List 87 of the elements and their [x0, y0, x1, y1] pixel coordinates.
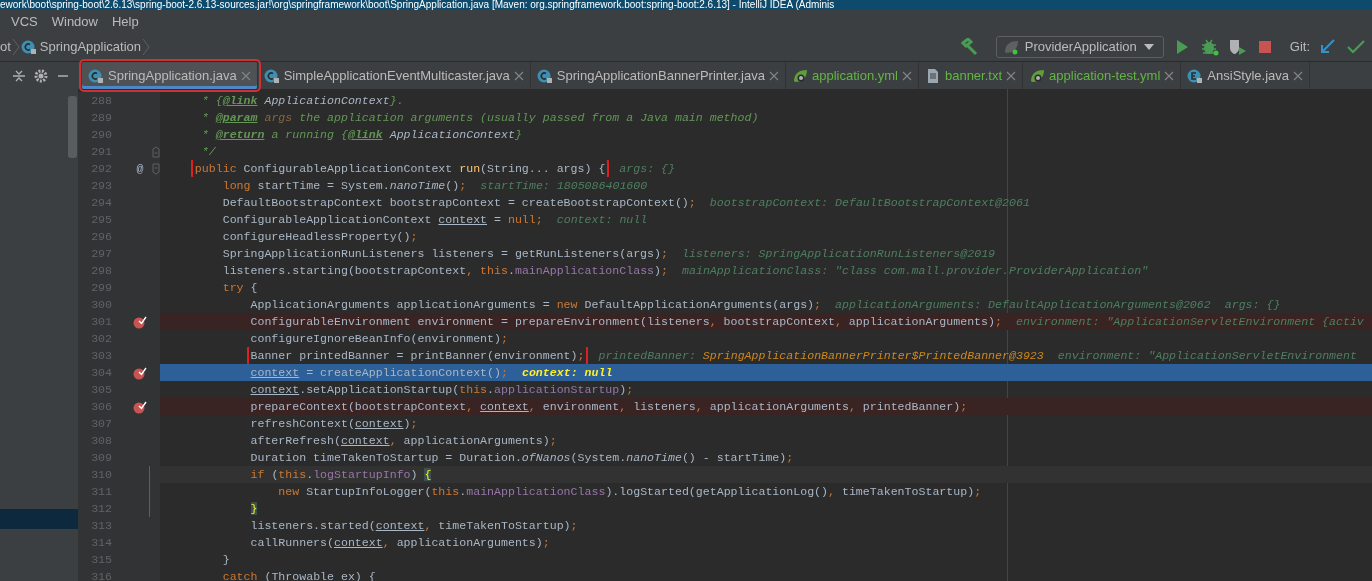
code-line: new StartupInfoLogger(this.mainApplicationClass).logStarted(getApplicationLog(), timeTakenToStartup); — [278, 484, 982, 500]
tab-label: SpringApplication.java — [108, 66, 237, 85]
code-line: Banner printedBanner = printBanner(environment); — [250, 347, 585, 364]
code-line: public ConfigurableApplicationContext run(String... args) { — [194, 160, 606, 177]
code-line: long startTime = System.nanoTime(); — [222, 178, 467, 194]
tab-label: application-test.yml — [1049, 66, 1161, 85]
code-line: * @param args the application arguments (usually passed from a Java main method) — [201, 110, 759, 126]
code-line: Duration timeTakenToStartup = Duration.ofNanos(System.nanoTime() - startTime); — [250, 450, 794, 466]
debug-hint: context: null — [521, 365, 613, 381]
code-line: DefaultBootstrapContext bootstrapContext = createBootstrapContext(); — [222, 195, 696, 211]
code-line: callRunners(context, applicationArguments); — [250, 535, 550, 551]
tab-label: SimpleApplicationEventMulticaster.java — [283, 66, 510, 85]
fold-icon[interactable] — [152, 145, 160, 158]
code-line: try { — [222, 280, 258, 296]
code-line: ConfigurableEnvironment environment = prepareEnvironment(listeners, bootstrapContext, applicationArguments); — [250, 314, 1002, 330]
collapse-icon[interactable] — [12, 68, 26, 83]
code-line: ApplicationArguments applicationArguments = new DefaultApplicationArguments(args); — [250, 297, 822, 313]
code-line: } — [222, 552, 230, 568]
leaf-icon — [791, 67, 808, 84]
code-line: listeners.starting(bootstrapContext, this.mainApplicationClass); — [222, 263, 668, 279]
class-icon — [88, 67, 104, 84]
implements-icon[interactable]: @ — [136, 160, 144, 177]
debug-hint: args: {} — [619, 161, 675, 177]
editor-tab[interactable]: SpringApplication.java — [82, 62, 258, 89]
code-line: */ — [201, 144, 216, 160]
caret-icon — [1142, 43, 1155, 51]
breakpoint-icon[interactable] — [133, 365, 147, 380]
run-configuration-dropdown[interactable]: ProviderApplication — [995, 36, 1164, 58]
chevron-icon — [10, 37, 21, 57]
window-title: ework\boot\spring-boot\2.6.13\spring-boot-2.6.13-sources.jar!\org\springframework\boot\SpringApplication.java [Maven: org.springframework.boot:spring-boot:2.6.13] - IntelliJ IDEA (Adminis — [0, 0, 836, 10]
code-line: configureIgnoreBeanInfo(environment); — [250, 331, 508, 347]
class-icon — [536, 67, 553, 84]
close-icon[interactable] — [1293, 70, 1303, 81]
code-line: ConfigurableApplicationContext context = null; — [222, 212, 543, 228]
debug-hint: mainApplicationClass: "class com.mall.provider.ProviderApplication" — [682, 263, 1149, 279]
chevron-icon — [141, 37, 152, 57]
code-line: listeners.started(context, timeTakenToStartup); — [250, 518, 578, 534]
breakpoint-icon[interactable] — [133, 399, 147, 414]
code-line: afterRefresh(context, applicationArguments); — [250, 433, 557, 449]
code-line: SpringApplicationRunListeners listeners = getRunListeners(args); — [222, 246, 668, 262]
tab-label: SpringApplicationBannerPrinter.java — [556, 66, 765, 85]
code-line: if (this.logStartupInfo) { — [250, 467, 432, 483]
close-icon[interactable] — [901, 70, 912, 81]
class-icon — [20, 39, 37, 55]
close-icon[interactable] — [1006, 70, 1017, 81]
debug-hint: printedBanner: SpringApplicationBannerPrinter$PrintedBanner@3923 — [598, 348, 1044, 364]
debug-hint: startTime: 1805086401600 — [480, 178, 648, 194]
hammer-icon[interactable] — [959, 38, 980, 56]
menu-item[interactable]: Help — [112, 10, 139, 33]
debug-hint: bootstrapContext: DefaultBootstrapContext@2061 — [709, 195, 1030, 211]
breakpoint-icon[interactable] — [133, 314, 147, 329]
menu-item[interactable]: VCS — [11, 10, 38, 33]
git-label: Git: — [1289, 38, 1310, 57]
debug-hint: environment: "ApplicationServletEnvironment {activ — [1015, 314, 1364, 330]
debug-hint: args: {} — [1224, 297, 1281, 313]
tab-label: banner.txt — [944, 66, 1003, 85]
breadcrumb-item[interactable]: SpringApplication — [39, 37, 142, 57]
code-line: configureHeadlessProperty(); — [222, 229, 418, 245]
update-arrow-icon[interactable] — [1318, 38, 1338, 56]
close-icon[interactable] — [1164, 70, 1175, 81]
debug-hint: listeners: SpringApplicationRunListeners@2019 — [681, 246, 996, 262]
close-icon[interactable] — [240, 70, 251, 81]
debug-hint: environment: "ApplicationServletEnvironment — [1057, 348, 1357, 364]
bug-icon[interactable] — [1199, 38, 1220, 56]
tab-label: AnsiStyle.java — [1207, 66, 1289, 85]
close-icon[interactable] — [768, 70, 779, 81]
breadcrumb-item[interactable]: ot — [0, 37, 11, 57]
coverage-icon[interactable] — [1227, 38, 1248, 56]
enum-icon — [1187, 67, 1204, 84]
close-icon[interactable] — [513, 70, 524, 81]
code-line: * @return a running {@link ApplicationContext} — [201, 127, 522, 143]
code-line: * {@link ApplicationContext}. — [201, 93, 404, 109]
leaf-icon — [1002, 39, 1019, 55]
tab-label: application.yml — [811, 66, 898, 85]
code-line: context.setApplicationStartup(this.applicationStartup); — [250, 382, 634, 398]
fold-icon[interactable] — [152, 162, 160, 175]
check-icon[interactable] — [1346, 38, 1366, 56]
settings-icon[interactable] — [34, 68, 48, 83]
debug-hint: applicationArguments: DefaultApplicationArguments@2062 — [835, 297, 1211, 313]
menu-item[interactable]: Window — [51, 10, 98, 33]
leaf-icon — [1029, 67, 1046, 84]
debug-hint: context: null — [556, 212, 648, 228]
code-line: prepareContext(bootstrapContext, context, environment, listeners, applicationArguments, printedBanner); — [250, 399, 968, 415]
scrollbar-thumb[interactable] — [68, 96, 77, 158]
code-line: context = createApplicationContext(); — [250, 365, 508, 381]
class-icon — [263, 67, 280, 84]
code-line: refreshContext(context); — [250, 416, 418, 432]
